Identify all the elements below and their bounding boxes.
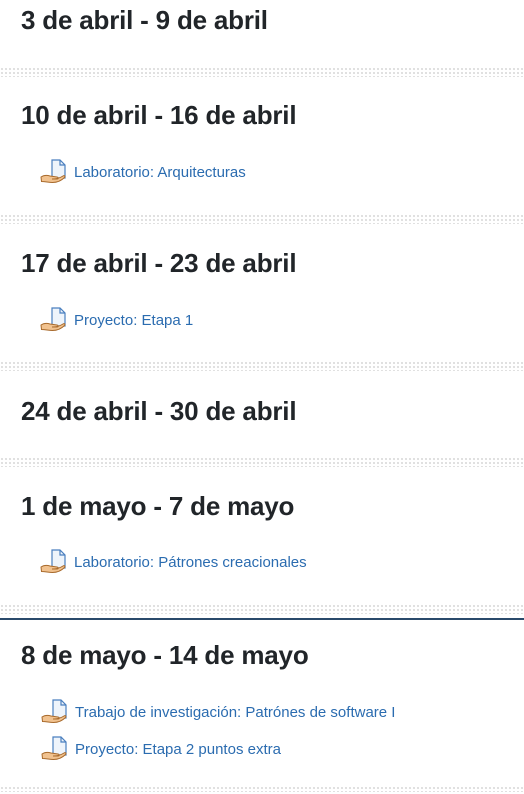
activity-link[interactable]: Proyecto: Etapa 2 puntos extra — [75, 741, 281, 758]
week-title: 10 de abril - 16 de abril — [21, 100, 297, 130]
assignment-icon — [41, 699, 67, 724]
section-divider — [0, 457, 524, 467]
week-title: 3 de abril - 9 de abril — [21, 5, 268, 35]
assignment-icon — [41, 736, 67, 761]
section-divider — [0, 786, 524, 792]
assignment-icon — [40, 159, 66, 184]
section-divider — [0, 214, 524, 224]
week-title: 1 de mayo - 7 de mayo — [21, 491, 295, 521]
activity-item[interactable]: Trabajo de investigación: Patrónes de so… — [41, 698, 395, 726]
activity-link[interactable]: Trabajo de investigación: Patrónes de so… — [75, 704, 395, 721]
section-divider — [0, 361, 524, 371]
assignment-icon — [40, 307, 66, 332]
week-title: 8 de mayo - 14 de mayo — [21, 640, 309, 670]
activity-item[interactable]: Laboratorio: Arquitecturas — [40, 158, 246, 186]
week-title: 24 de abril - 30 de abril — [21, 396, 297, 426]
activity-item[interactable]: Proyecto: Etapa 2 puntos extra — [41, 735, 281, 763]
activity-item[interactable]: Laboratorio: Pátrones creacionales — [40, 548, 307, 576]
section-divider — [0, 604, 524, 614]
current-week-indicator — [0, 618, 524, 620]
activity-link[interactable]: Laboratorio: Arquitecturas — [74, 164, 246, 181]
assignment-icon — [40, 549, 66, 574]
week-title: 17 de abril - 23 de abril — [21, 248, 297, 278]
activity-link[interactable]: Laboratorio: Pátrones creacionales — [74, 554, 307, 571]
section-divider — [0, 67, 524, 77]
activity-link[interactable]: Proyecto: Etapa 1 — [74, 312, 193, 329]
activity-item[interactable]: Proyecto: Etapa 1 — [40, 306, 193, 334]
course-weeks-page: 3 de abril - 9 de abril 10 de abril - 16… — [0, 0, 524, 794]
